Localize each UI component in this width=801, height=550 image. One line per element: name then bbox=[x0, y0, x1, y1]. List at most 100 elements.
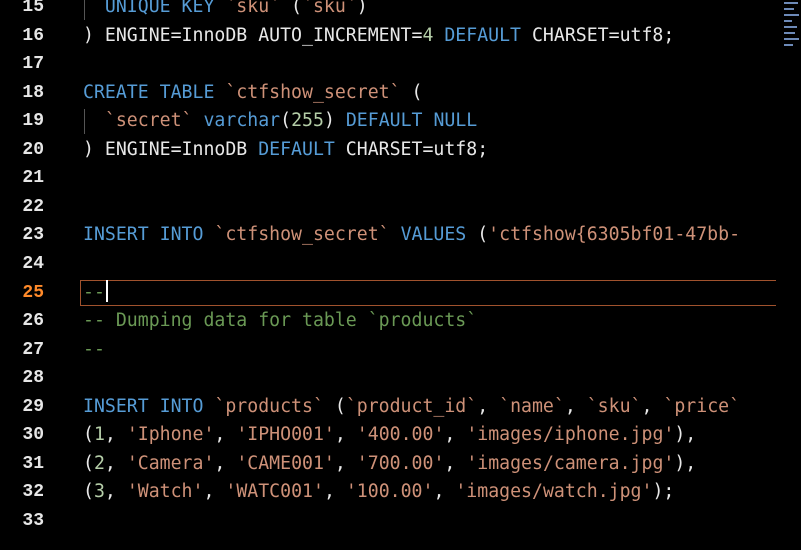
code-token: , bbox=[104, 481, 127, 503]
code-token: ( bbox=[280, 110, 292, 132]
code-line[interactable]: 31 (2, 'Camera', 'CAME001', '700.00', 'im… bbox=[0, 450, 801, 479]
code-line[interactable]: 19 `secret` varchar(255) DEFAULT NULL bbox=[0, 107, 801, 136]
code-token: VALUES bbox=[400, 224, 467, 246]
minimap-line bbox=[784, 26, 797, 28]
code-token: , bbox=[104, 424, 127, 446]
code-text: (1, 'Iphone', 'IPHO001', '400.00', 'imag… bbox=[83, 421, 696, 450]
code-line[interactable]: 33 bbox=[0, 507, 801, 536]
code-line[interactable]: 21 bbox=[0, 164, 801, 193]
code-token: `price` bbox=[663, 395, 741, 417]
code-token: CREATE TABLE bbox=[83, 81, 215, 103]
line-number: 23 bbox=[22, 225, 44, 246]
code-token: ( bbox=[323, 395, 346, 417]
minimap-line bbox=[784, 38, 799, 40]
line-number: 21 bbox=[22, 168, 44, 189]
code-token: ( bbox=[83, 424, 94, 446]
code-token: 'WATC001' bbox=[225, 481, 324, 503]
minimap-line bbox=[784, 14, 799, 16]
code-line[interactable]: 32 (3, 'Watch', 'WATC001', '100.00', 'ima… bbox=[0, 478, 801, 507]
code-token: `sku` bbox=[302, 0, 357, 17]
code-line[interactable]: 27 -- bbox=[0, 336, 801, 365]
code-token: `secret` bbox=[104, 110, 193, 132]
line-number: 31 bbox=[22, 453, 44, 474]
code-line[interactable]: 20) ENGINE=InnoDB DEFAULT CHARSET=utf8; bbox=[0, 136, 801, 165]
code-token: 4 bbox=[422, 24, 434, 46]
code-text: ) ENGINE=InnoDB DEFAULT CHARSET=utf8; bbox=[83, 136, 488, 165]
code-token: `ctfshow_secret` bbox=[214, 224, 390, 246]
code-token: `sku` bbox=[586, 395, 642, 417]
code-token: , bbox=[203, 481, 226, 503]
code-text: CREATE TABLE `ctfshow_secret` ( bbox=[83, 79, 422, 108]
code-token: -- bbox=[83, 338, 105, 360]
code-token: `products` bbox=[214, 395, 324, 417]
code-token: , bbox=[214, 424, 237, 446]
code-token: DEFAULT bbox=[258, 138, 335, 160]
code-token: ) bbox=[356, 0, 368, 17]
code-line[interactable]: 15 UNIQUE KEY `sku` (`sku`) bbox=[0, 0, 801, 22]
code-token: CHARSET=utf8; bbox=[334, 138, 489, 160]
code-line[interactable]: 25 -- bbox=[0, 279, 801, 308]
code-token: CHARSET=utf8; bbox=[521, 24, 675, 46]
code-text: UNIQUE KEY `sku` (`sku`) bbox=[83, 0, 368, 22]
minimap-line bbox=[784, 20, 792, 22]
code-token: 1 bbox=[93, 424, 105, 446]
code-token: `name` bbox=[499, 395, 565, 417]
code-token: UNIQUE KEY bbox=[104, 0, 215, 17]
code-token: varchar bbox=[203, 110, 281, 132]
line-number: 16 bbox=[22, 25, 44, 46]
code-token: `ctfshow_secret` bbox=[225, 81, 401, 103]
code-line[interactable]: 26 -- Dumping data for table `products` bbox=[0, 307, 801, 336]
code-token: , bbox=[323, 481, 346, 503]
line-number: 17 bbox=[22, 54, 44, 75]
code-line[interactable]: 28 bbox=[0, 364, 801, 393]
code-line[interactable]: 16 ) ENGINE=InnoDB AUTO_INCREMENT=4 DEFAU… bbox=[0, 22, 801, 51]
code-token: ) ENGINE=InnoDB AUTO_INCREMENT= bbox=[83, 24, 423, 46]
code-token: ); bbox=[652, 481, 675, 503]
code-token: `product_id` bbox=[345, 395, 478, 417]
code-line[interactable]: 29 INSERT INTO `products` (`product_id`, … bbox=[0, 393, 801, 422]
code-text: -- Dumping data for table `products` bbox=[83, 307, 477, 336]
code-token: ( bbox=[280, 0, 303, 17]
code-token: 'Iphone' bbox=[126, 424, 215, 446]
line-number: 19 bbox=[22, 111, 44, 132]
code-token: , bbox=[334, 424, 357, 446]
line-number: 18 bbox=[22, 82, 44, 103]
code-line[interactable]: 24 bbox=[0, 250, 801, 279]
code-token: , bbox=[444, 424, 467, 446]
code-token: `sku` bbox=[225, 0, 281, 17]
code-text: -- bbox=[83, 279, 108, 308]
code-token: INSERT INTO bbox=[83, 395, 204, 417]
code-token: DEFAULT bbox=[444, 24, 522, 46]
code-text: `secret` varchar(255) DEFAULT NULL bbox=[83, 107, 477, 136]
code-token: ( bbox=[83, 481, 94, 503]
code-line[interactable]: 22 bbox=[0, 193, 801, 222]
code-token: , bbox=[334, 452, 357, 474]
code-editor[interactable]: 15 UNIQUE KEY `sku` (`sku`) 16) ENGINE=In… bbox=[0, 0, 801, 550]
code-line[interactable]: 30 (1, 'Iphone', 'IPHO001', '400.00', 'im… bbox=[0, 421, 801, 450]
minimap-line bbox=[784, 8, 794, 10]
minimap-line bbox=[784, 44, 793, 46]
code-token: DEFAULT NULL bbox=[345, 110, 478, 132]
minimap[interactable] bbox=[783, 0, 801, 52]
code-text: (3, 'Watch', 'WATC001', '100.00', 'image… bbox=[83, 478, 674, 507]
code-token: 2 bbox=[93, 452, 105, 474]
code-token: -- Dumping data for table `products` bbox=[83, 310, 478, 332]
code-token: -- bbox=[83, 281, 105, 303]
code-token: ), bbox=[674, 424, 697, 446]
code-token: 'Camera' bbox=[126, 452, 215, 474]
line-number: 27 bbox=[22, 339, 44, 360]
code-line[interactable]: 17 bbox=[0, 50, 801, 79]
code-token: ) bbox=[323, 110, 346, 132]
line-number: 32 bbox=[22, 482, 44, 503]
code-line[interactable]: 23 INSERT INTO `ctfshow_secret` VALUES ('… bbox=[0, 221, 801, 250]
code-line[interactable]: 18 CREATE TABLE `ctfshow_secret` ( bbox=[0, 79, 801, 108]
indent-guide bbox=[84, 0, 85, 20]
line-number: 15 bbox=[22, 0, 44, 17]
code-token: 'IPHO001' bbox=[236, 424, 335, 446]
